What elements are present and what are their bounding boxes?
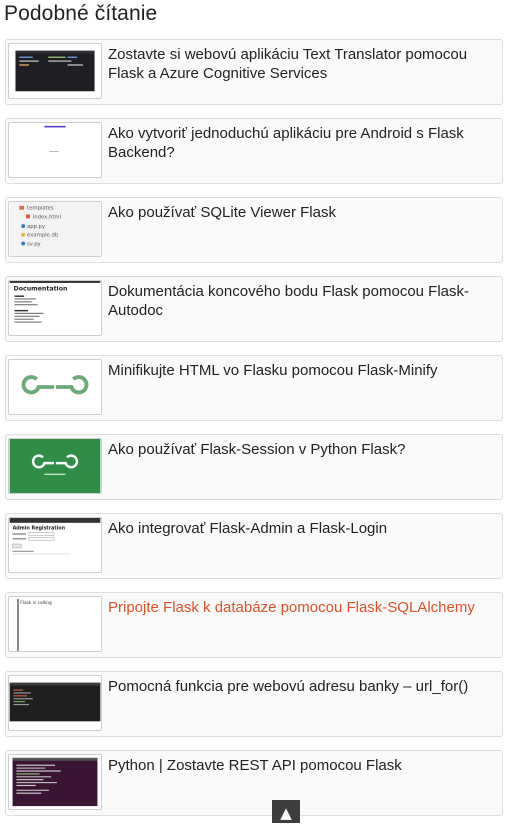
article-card[interactable]: Pomocná funkcia pre webovú adresu banky … bbox=[5, 671, 503, 737]
arrow-up-icon: ▲ bbox=[280, 804, 292, 822]
article-card[interactable]: Python | Zostavte REST API pomocou Flask bbox=[5, 750, 503, 816]
blank-app-screenshot-icon bbox=[9, 123, 101, 177]
terminal-screenshot-icon bbox=[9, 755, 101, 809]
article-thumbnail[interactable] bbox=[8, 122, 102, 178]
article-thumbnail[interactable]: Documentation bbox=[8, 280, 102, 336]
article-title[interactable]: Zostavte si webovú aplikáciu Text Transl… bbox=[108, 45, 496, 83]
article-card[interactable]: templates index.html app.py example.db s… bbox=[5, 197, 503, 263]
article-thumbnail[interactable] bbox=[8, 754, 102, 810]
gfg-logo-banner-icon bbox=[9, 439, 101, 493]
article-card[interactable]: Ako vytvoriť jednoduchú aplikáciu pre An… bbox=[5, 118, 503, 184]
article-title[interactable]: Ako vytvoriť jednoduchú aplikáciu pre An… bbox=[108, 124, 496, 162]
thumb-text: app.py bbox=[27, 224, 45, 230]
article-card[interactable]: Flask is calling Pripojte Flask k databá… bbox=[5, 592, 503, 658]
thumb-text: Admin Registration bbox=[13, 526, 66, 532]
thumb-text: example.db bbox=[27, 233, 59, 239]
article-card[interactable]: Minifikujte HTML vo Flasku pomocou Flask… bbox=[5, 355, 503, 421]
section-title: Podobné čítanie bbox=[4, 2, 158, 25]
article-thumbnail[interactable]: Admin Registration bbox=[8, 517, 102, 573]
gfg-logo-icon bbox=[9, 360, 101, 414]
thumb-text: Flask is calling bbox=[20, 600, 52, 606]
terminal-screenshot-icon bbox=[9, 676, 101, 730]
code-editor-screenshot-icon bbox=[9, 44, 101, 98]
article-thumbnail[interactable] bbox=[8, 438, 102, 494]
article-title[interactable]: Python | Zostavte REST API pomocou Flask bbox=[108, 756, 496, 775]
thumb-text: templates bbox=[27, 206, 54, 212]
thumb-text: Documentation bbox=[14, 286, 68, 293]
article-card[interactable]: Admin Registration Ako integrovať Flask-… bbox=[5, 513, 503, 579]
article-title[interactable]: Ako používať SQLite Viewer Flask bbox=[108, 203, 496, 222]
article-title[interactable]: Ako používať Flask-Session v Python Flas… bbox=[108, 440, 496, 459]
article-title[interactable]: Ako integrovať Flask-Admin a Flask-Login bbox=[108, 519, 496, 538]
article-card[interactable]: Documentation Dokumentácia koncového bod… bbox=[5, 276, 503, 342]
thumb-text: index.html bbox=[33, 214, 61, 220]
article-card[interactable]: Zostavte si webovú aplikáciu Text Transl… bbox=[5, 39, 503, 105]
article-thumbnail[interactable] bbox=[8, 359, 102, 415]
article-title[interactable]: Pripojte Flask k databáze pomocou Flask-… bbox=[108, 598, 496, 617]
thumb-text: sv.py bbox=[27, 241, 41, 247]
text-page-screenshot-icon: Flask is calling bbox=[9, 597, 101, 651]
article-thumbnail[interactable] bbox=[8, 43, 102, 99]
article-title[interactable]: Pomocná funkcia pre webovú adresu banky … bbox=[108, 677, 496, 696]
article-title[interactable]: Minifikujte HTML vo Flasku pomocou Flask… bbox=[108, 361, 496, 380]
documentation-page-screenshot-icon: Documentation bbox=[9, 281, 101, 335]
scroll-to-top-button[interactable]: ▲ bbox=[272, 800, 300, 823]
related-articles-list: Zostavte si webovú aplikáciu Text Transl… bbox=[5, 39, 503, 829]
article-card[interactable]: Ako používať Flask-Session v Python Flas… bbox=[5, 434, 503, 500]
article-thumbnail[interactable]: Flask is calling bbox=[8, 596, 102, 652]
article-thumbnail[interactable]: templates index.html app.py example.db s… bbox=[8, 201, 102, 257]
login-form-screenshot-icon: Admin Registration bbox=[9, 518, 101, 572]
file-tree-screenshot-icon: templates index.html app.py example.db s… bbox=[9, 202, 101, 256]
article-title[interactable]: Dokumentácia koncového bodu Flask pomoco… bbox=[108, 282, 496, 320]
article-thumbnail[interactable] bbox=[8, 675, 102, 731]
